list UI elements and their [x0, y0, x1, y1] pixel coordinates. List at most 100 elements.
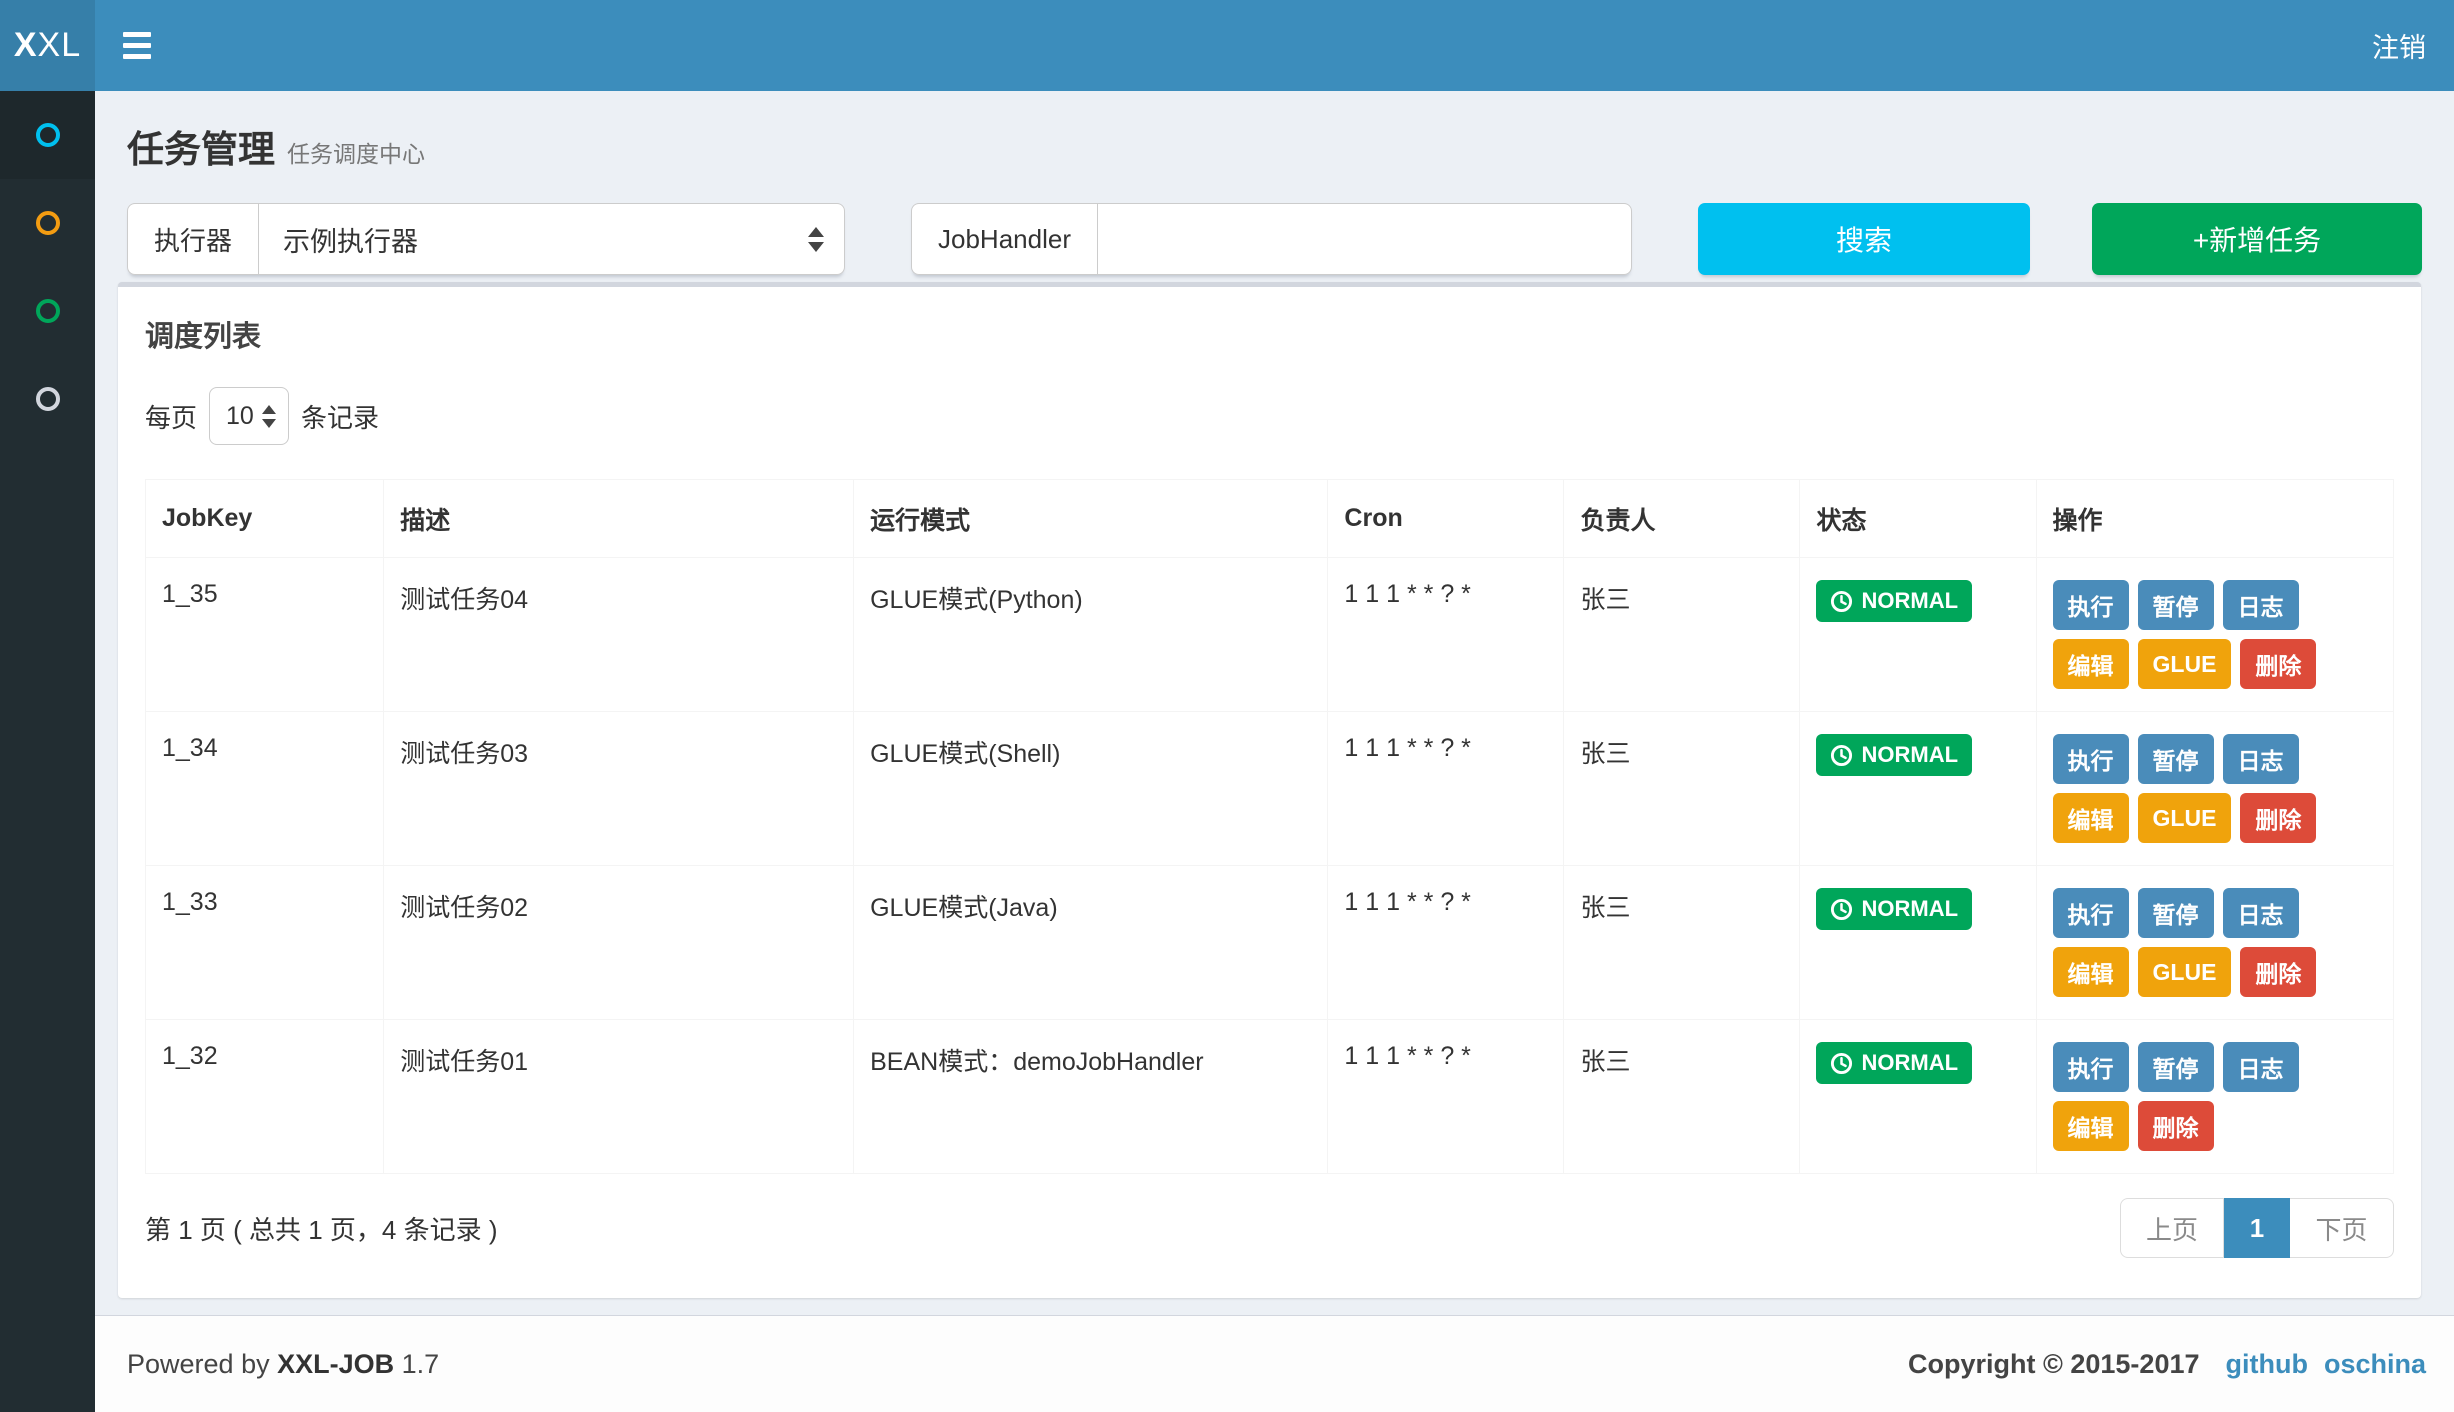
sidebar-toggle-icon[interactable] — [123, 23, 169, 69]
powered-by: Powered by XXL-JOB 1.7 — [127, 1349, 439, 1380]
cell-cron: 1 1 1 * * ? * — [1328, 712, 1564, 866]
run-button[interactable]: 执行 — [2053, 734, 2129, 784]
status-label: NORMAL — [1861, 896, 1958, 922]
table-row: 1_34测试任务03GLUE模式(Shell)1 1 1 * * ? *张三NO… — [146, 712, 2394, 866]
column-header: 运行模式 — [854, 480, 1328, 558]
cell-description: 测试任务03 — [384, 712, 854, 866]
status-badge: NORMAL — [1816, 734, 1972, 776]
cell-actions: 执行暂停日志编辑GLUE删除 — [2036, 866, 2393, 1020]
actions-group: 执行暂停日志编辑删除 — [2053, 1042, 2377, 1151]
sidebar-menu — [0, 91, 95, 1412]
pause-button[interactable]: 暂停 — [2138, 734, 2214, 784]
panel-title: 调度列表 — [145, 313, 2394, 355]
current-page-button[interactable]: 1 — [2224, 1198, 2290, 1258]
jobhandler-label: JobHandler — [911, 203, 1097, 275]
pagesize-select[interactable]: 10 — [209, 387, 289, 445]
oschina-link[interactable]: oschina — [2324, 1349, 2426, 1380]
pause-button[interactable]: 暂停 — [2138, 1042, 2214, 1092]
pause-button[interactable]: 暂停 — [2138, 888, 2214, 938]
pause-button[interactable]: 暂停 — [2138, 580, 2214, 630]
status-label: NORMAL — [1861, 1050, 1958, 1076]
circle-o-icon — [36, 299, 60, 323]
next-page-button[interactable]: 下页 — [2290, 1198, 2394, 1258]
cell-cron: 1 1 1 * * ? * — [1328, 1020, 1564, 1174]
pagination-controls: 上页 1 下页 — [2120, 1198, 2394, 1258]
pagesize-suffix: 条记录 — [301, 398, 379, 435]
actions-group: 执行暂停日志编辑GLUE删除 — [2053, 734, 2377, 843]
app-logo[interactable]: XXL — [0, 0, 95, 91]
logo-rest: XL — [38, 26, 82, 65]
glue-button[interactable]: GLUE — [2138, 793, 2232, 843]
content-header: 任务管理 任务调度中心 — [95, 119, 2454, 173]
delete-button[interactable]: 删除 — [2240, 947, 2316, 997]
column-header: Cron — [1328, 480, 1564, 558]
cell-status: NORMAL — [1800, 712, 2036, 866]
cell-owner: 张三 — [1564, 866, 1800, 1020]
sidebar-item-help[interactable] — [0, 355, 95, 443]
executor-select[interactable]: 示例执行器 — [258, 203, 845, 275]
cell-description: 测试任务04 — [384, 558, 854, 712]
table-row: 1_32测试任务01BEAN模式：demoJobHandler1 1 1 * *… — [146, 1020, 2394, 1174]
cell-cron: 1 1 1 * * ? * — [1328, 866, 1564, 1020]
cell-mode: GLUE模式(Shell) — [854, 712, 1328, 866]
table-row: 1_33测试任务02GLUE模式(Java)1 1 1 * * ? *张三 NOR… — [146, 866, 2394, 1020]
log-button[interactable]: 日志 — [2223, 1042, 2299, 1092]
log-button[interactable]: 日志 — [2223, 580, 2299, 630]
status-badge: NORMAL — [1816, 888, 1972, 930]
cell-description: 测试任务01 — [384, 1020, 854, 1174]
glue-button[interactable]: GLUE — [2138, 947, 2232, 997]
prev-page-button[interactable]: 上页 — [2120, 1198, 2224, 1258]
cell-mode: GLUE模式(Java) — [854, 866, 1328, 1020]
sidebar-item-job-manage[interactable] — [0, 91, 95, 179]
logout-link[interactable]: 注销 — [2372, 26, 2426, 65]
pagesize-row: 每页 10 条记录 — [145, 387, 2394, 445]
log-button[interactable]: 日志 — [2223, 734, 2299, 784]
run-button[interactable]: 执行 — [2053, 888, 2129, 938]
circle-o-icon — [36, 387, 60, 411]
powered-prefix: Powered by — [127, 1349, 270, 1379]
log-button[interactable]: 日志 — [2223, 888, 2299, 938]
footer-right: Copyright © 2015-2017 github oschina — [1908, 1349, 2426, 1380]
page-footer: Powered by XXL-JOB 1.7 Copyright © 2015-… — [95, 1315, 2454, 1412]
cell-description: 测试任务02 — [384, 866, 854, 1020]
circle-o-icon — [36, 211, 60, 235]
table-row: 1_35测试任务04GLUE模式(Python)1 1 1 * * ? *张三N… — [146, 558, 2394, 712]
page-subtitle: 任务调度中心 — [287, 135, 425, 169]
delete-button[interactable]: 删除 — [2240, 639, 2316, 689]
clock-icon — [1830, 744, 1853, 767]
clock-icon — [1830, 1052, 1853, 1075]
add-job-button[interactable]: +新增任务 — [2092, 203, 2422, 275]
jobs-table: JobKey描述运行模式Cron负责人状态操作 1_35测试任务04GLUE模式… — [145, 479, 2394, 1174]
status-label: NORMAL — [1861, 588, 1958, 614]
cell-jobkey: 1_35 — [146, 558, 384, 712]
edit-button[interactable]: 编辑 — [2053, 793, 2129, 843]
delete-button[interactable]: 删除 — [2240, 793, 2316, 843]
edit-button[interactable]: 编辑 — [2053, 639, 2129, 689]
search-button[interactable]: 搜索 — [1698, 203, 2030, 275]
edit-button[interactable]: 编辑 — [2053, 1101, 2129, 1151]
run-button[interactable]: 执行 — [2053, 1042, 2129, 1092]
edit-button[interactable]: 编辑 — [2053, 947, 2129, 997]
content-area: 任务管理 任务调度中心 执行器 示例执行器 JobHandler 搜索 +新增任… — [95, 91, 2454, 1315]
clock-icon — [1830, 898, 1853, 921]
github-link[interactable]: github — [2226, 1349, 2308, 1380]
cell-jobkey: 1_33 — [146, 866, 384, 1020]
top-navbar: XXL 注销 — [0, 0, 2454, 91]
sidebar-item-job-log[interactable] — [0, 179, 95, 267]
clock-icon — [1830, 590, 1853, 613]
circle-o-icon — [36, 123, 60, 147]
column-header: 状态 — [1800, 480, 2036, 558]
jobhandler-input[interactable] — [1097, 203, 1632, 275]
cell-owner: 张三 — [1564, 712, 1800, 866]
glue-button[interactable]: GLUE — [2138, 639, 2232, 689]
executor-filter-group: 执行器 示例执行器 — [127, 203, 845, 275]
cell-actions: 执行暂停日志编辑GLUE删除 — [2036, 712, 2393, 866]
cell-actions: 执行暂停日志编辑删除 — [2036, 1020, 2393, 1174]
cell-status: NORMAL — [1800, 1020, 2036, 1174]
sidebar-item-executor[interactable] — [0, 267, 95, 355]
executor-label: 执行器 — [127, 203, 258, 275]
pagesize-prefix: 每页 — [145, 398, 197, 435]
run-button[interactable]: 执行 — [2053, 580, 2129, 630]
pagination-info: 第 1 页 ( 总共 1 页，4 条记录 ) — [145, 1210, 498, 1247]
delete-button[interactable]: 删除 — [2138, 1101, 2214, 1151]
